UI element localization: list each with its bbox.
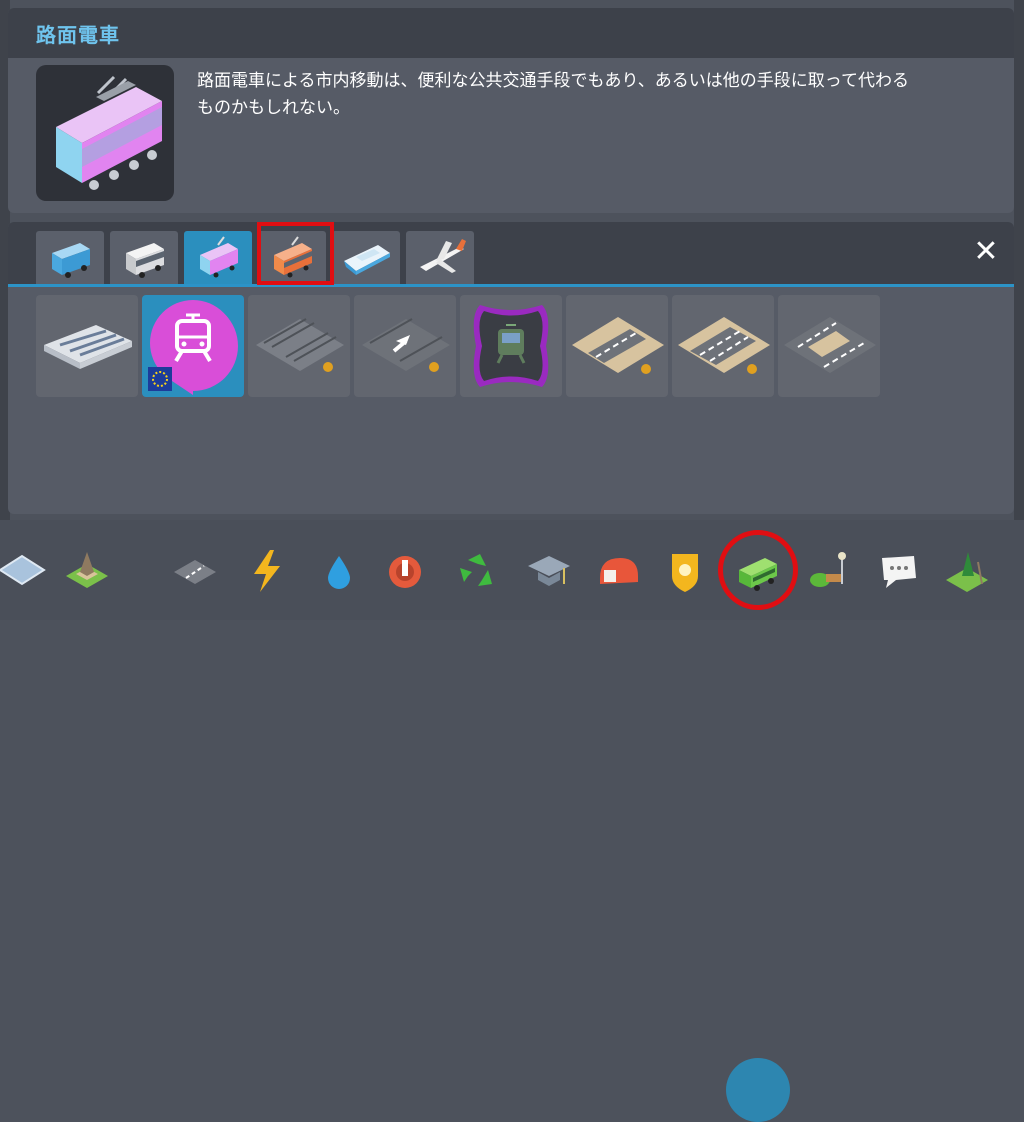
electricity-icon xyxy=(254,550,280,592)
tram-stop-icon xyxy=(148,300,238,395)
info-title: 路面電車 xyxy=(36,22,120,47)
tool-tram-stop[interactable] xyxy=(142,295,244,397)
tram-icon xyxy=(200,236,238,278)
tool-tram-track[interactable] xyxy=(248,295,350,397)
parks-icon xyxy=(810,552,846,587)
chirper-icon xyxy=(882,556,916,588)
tab-bus[interactable] xyxy=(36,231,104,284)
garbage-icon xyxy=(389,556,421,588)
fire-icon xyxy=(600,558,638,584)
description-line: 路面電車による市内移動は、便利な公共交通手段でもあり、あるいは他の手段に取って代… xyxy=(197,71,909,91)
info-panel: 路面電車 路面電車による市内移動は、便利な公共交通手段でもあり、あるいは他の手段… xyxy=(8,8,1014,213)
main-toolbar xyxy=(0,520,1024,1122)
info-title-bar: 路面電車 xyxy=(8,8,1014,58)
chirper-button[interactable] xyxy=(876,548,922,594)
education-icon xyxy=(528,556,570,586)
zoning-icon xyxy=(0,554,46,586)
tool-road-with-tram-1[interactable] xyxy=(566,295,668,397)
close-button[interactable]: ✕ xyxy=(970,236,1002,268)
roads-button[interactable] xyxy=(172,548,218,594)
ship-icon xyxy=(344,245,390,275)
tab-tram[interactable] xyxy=(184,231,252,284)
garbage-button[interactable] xyxy=(382,548,428,594)
info-description: 路面電車による市内移動は、便利な公共交通手段でもあり、あるいは他の手段に取って代… xyxy=(197,68,997,122)
coach-icon xyxy=(126,243,164,278)
tool-tram-line[interactable] xyxy=(460,295,562,397)
transport-highlight xyxy=(718,530,798,610)
roads-icon xyxy=(174,560,216,584)
tools-panel: ✕ xyxy=(8,222,1014,514)
one-way-track-icon xyxy=(362,318,450,372)
water-button[interactable] xyxy=(316,548,362,594)
road-tram-icon xyxy=(572,317,664,374)
fire-button[interactable] xyxy=(596,548,642,594)
electricity-button[interactable] xyxy=(244,548,290,594)
transport-button-bg xyxy=(726,1058,790,1122)
parks-button[interactable] xyxy=(806,548,852,594)
tool-tram-depot[interactable] xyxy=(36,295,138,397)
tool-road-with-tram-2[interactable] xyxy=(672,295,774,397)
tool-road-with-tram-3[interactable] xyxy=(778,295,880,397)
tab-ship[interactable] xyxy=(332,231,400,284)
recycling-button[interactable] xyxy=(454,548,500,594)
description-line: ものかもしれない。 xyxy=(197,98,350,118)
landscaping-icon xyxy=(946,552,988,592)
airplane-icon xyxy=(420,239,466,273)
tab-airplane[interactable] xyxy=(406,231,474,284)
train-tab-highlight xyxy=(257,222,334,285)
district-button[interactable] xyxy=(64,548,110,594)
police-button[interactable] xyxy=(662,548,708,594)
recycling-icon xyxy=(460,554,492,586)
police-icon xyxy=(672,554,698,592)
track-icon xyxy=(256,318,344,372)
landscaping-button[interactable] xyxy=(944,548,990,594)
depot-icon xyxy=(44,325,132,369)
category-tabbar: ✕ xyxy=(8,222,1014,284)
tram-preview-icon xyxy=(36,65,174,201)
tram-line-icon xyxy=(473,305,549,387)
bus-icon xyxy=(52,243,90,278)
district-icon xyxy=(66,552,108,588)
tool-one-way-tram-track[interactable] xyxy=(354,295,456,397)
tabbar-underline xyxy=(8,284,1014,287)
water-icon xyxy=(328,556,350,589)
road-tram-icon xyxy=(784,317,876,373)
education-button[interactable] xyxy=(526,548,572,594)
tab-intercity-bus[interactable] xyxy=(110,231,178,284)
road-tram-icon xyxy=(678,317,770,374)
zoning-button[interactable] xyxy=(0,548,46,594)
